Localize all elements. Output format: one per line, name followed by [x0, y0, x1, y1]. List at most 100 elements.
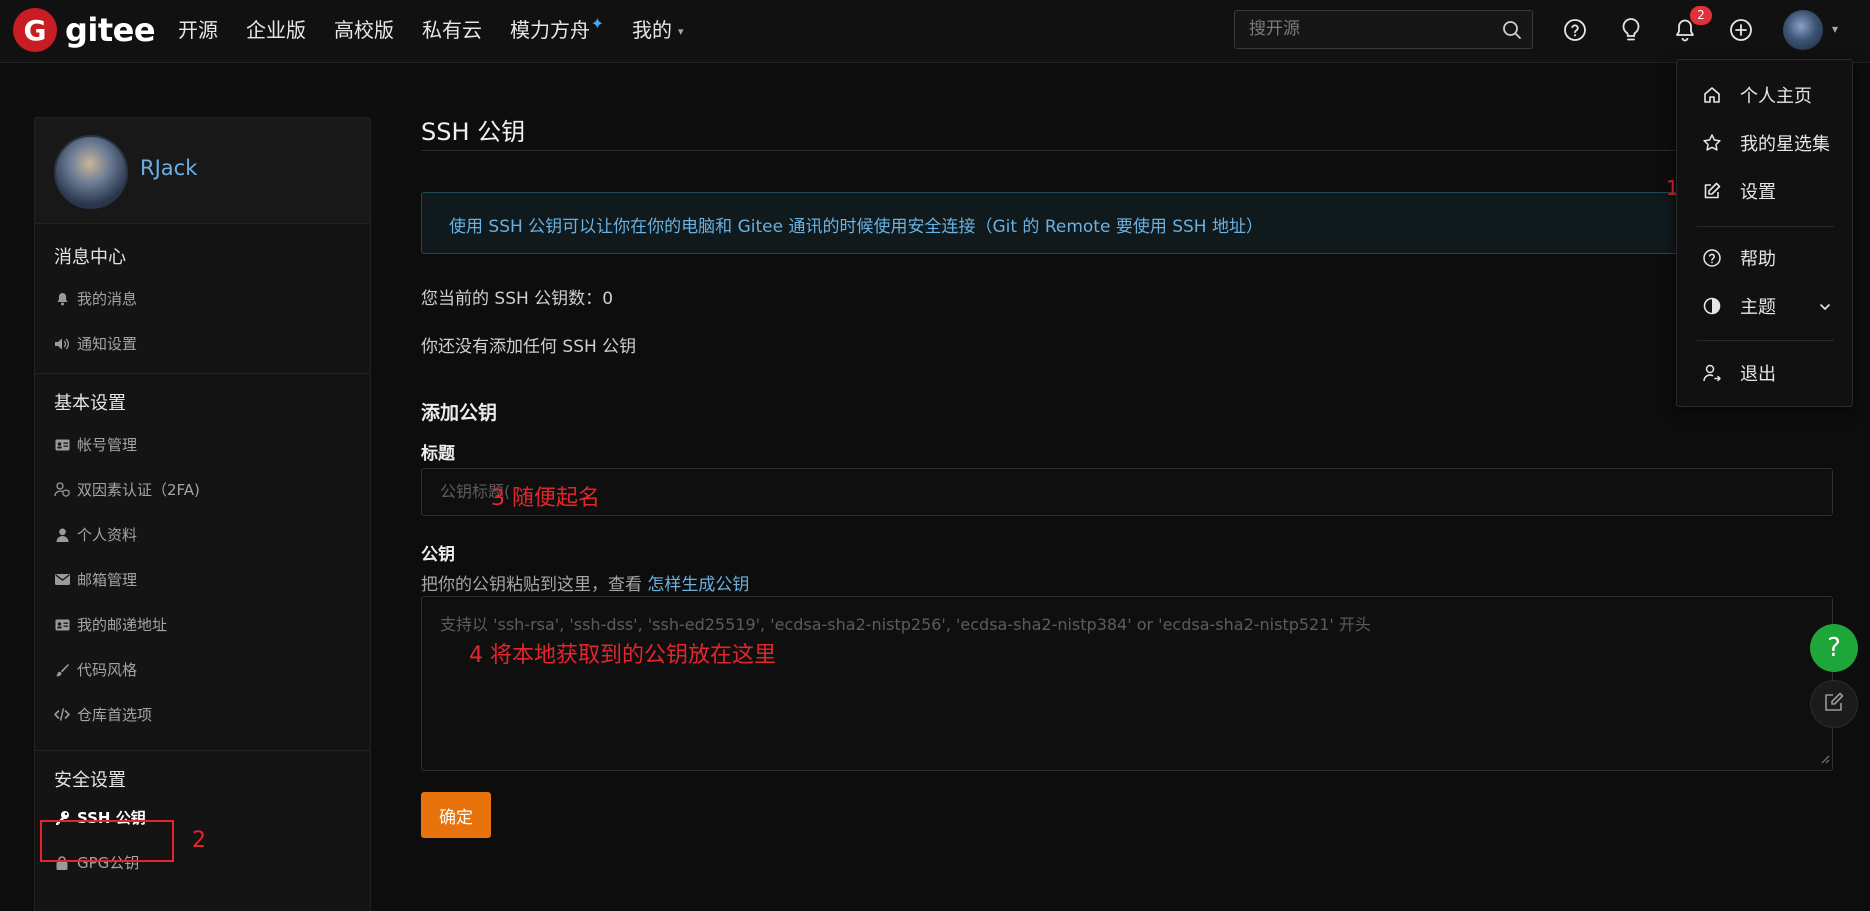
menu-item-settings[interactable]: 设置 [1677, 171, 1854, 211]
id-card-icon [54, 617, 70, 633]
sidebar-item-email[interactable]: 邮箱管理 [35, 557, 370, 602]
menu-item-theme[interactable]: 主题 [1677, 286, 1854, 326]
menu-item-label: 我的星选集 [1740, 134, 1830, 155]
sidebar-item-label: 帐号管理 [77, 436, 138, 454]
menu-item-starred[interactable]: 我的星选集 [1677, 123, 1854, 163]
theme-half-circle-icon [1702, 296, 1722, 316]
floating-help-button[interactable]: ? [1810, 624, 1858, 672]
public-key-hint: 把你的公钥粘贴到这里，查看 怎样生成公钥 [421, 570, 749, 595]
menu-item-label: 帮助 [1740, 249, 1776, 270]
gitee-logo-text: gitee [65, 11, 156, 49]
help-circle-icon[interactable] [1560, 15, 1590, 45]
sidebar-profile: RJack [35, 118, 370, 224]
public-key-field [421, 596, 1833, 771]
star-icon [1702, 133, 1722, 153]
edit-square-icon [1823, 691, 1845, 717]
sidebar-item-label: 我的消息 [77, 290, 138, 308]
sidebar-item-code-style[interactable]: 代码风格 [35, 647, 370, 692]
nav-moli-label: 模力方舟 [510, 18, 590, 42]
title-divider [421, 150, 1833, 151]
nav-mine[interactable]: 我的 ▾ [632, 14, 684, 46]
sidebar-item-label: 邮箱管理 [77, 571, 138, 589]
page-title: SSH 公钥 [421, 118, 526, 146]
nav-mine-label: 我的 [632, 18, 672, 42]
plus-circle-icon[interactable] [1726, 15, 1756, 45]
chevron-down-icon: ▾ [678, 24, 684, 38]
floating-feedback-button[interactable] [1810, 680, 1858, 728]
ssh-info-text: 使用 SSH 公钥可以让你在你的电脑和 Gitee 通讯的时候使用安全连接（Gi… [449, 217, 1263, 237]
sidebar-item-notify-settings[interactable]: 通知设置 [35, 321, 370, 366]
sidebar-item-label: 通知设置 [77, 335, 138, 353]
ssh-key-count-label: 您当前的 SSH 公钥数： [421, 289, 603, 309]
lightbulb-icon[interactable] [1616, 15, 1646, 45]
sidebar-item-my-messages[interactable]: 我的消息 [35, 276, 370, 321]
profile-username[interactable]: RJack [140, 156, 197, 180]
envelope-icon [54, 572, 70, 588]
annotation-label-3: 3 随便起名 [491, 486, 600, 511]
menu-divider [1697, 340, 1834, 341]
menu-divider [1697, 226, 1834, 227]
sidebar-item-repo-prefs[interactable]: 仓库首选项 [35, 692, 370, 737]
add-key-heading: 添加公钥 [421, 402, 498, 424]
id-card-icon [54, 437, 70, 453]
menu-item-logout[interactable]: 退出 [1677, 353, 1854, 393]
sidebar-item-account[interactable]: 帐号管理 [35, 422, 370, 467]
annotation-label-2: 2 [192, 828, 206, 853]
sidebar-item-label: 双因素认证（2FA) [77, 481, 200, 499]
user-dropdown-menu: 个人主页 我的星选集 设置 帮助 主题 退出 [1676, 59, 1853, 407]
how-to-generate-key-link[interactable]: 怎样生成公钥 [647, 575, 749, 595]
edit-icon [1702, 181, 1722, 201]
nav-open-source[interactable]: 开源 [178, 14, 218, 46]
settings-sidebar: RJack 消息中心 我的消息 通知设置 基本设置 帐号管理 双因素认证（2FA… [34, 117, 371, 911]
ssh-info-banner: 使用 SSH 公钥可以让你在你的电脑和 Gitee 通讯的时候使用安全连接（Gi… [421, 192, 1833, 254]
sidebar-item-label: 仓库首选项 [77, 706, 153, 724]
menu-item-label: 个人主页 [1740, 86, 1812, 107]
user-icon [54, 527, 70, 543]
gitee-logo-icon: G [13, 8, 57, 52]
sidebar-item-2fa[interactable]: 双因素认证（2FA) [35, 467, 370, 512]
bell-icon [54, 291, 70, 307]
menu-item-help[interactable]: 帮助 [1677, 238, 1854, 278]
user-shield-icon [54, 482, 70, 498]
nav-private-cloud[interactable]: 私有云 [422, 14, 482, 46]
profile-avatar[interactable] [54, 135, 128, 209]
help-circle-icon [1702, 248, 1722, 268]
brush-icon [54, 662, 70, 678]
resize-grip-icon[interactable] [1820, 749, 1830, 768]
public-key-hint-text: 把你的公钥粘贴到这里，查看 [421, 575, 648, 595]
logout-user-icon [1702, 363, 1722, 383]
menu-item-label: 退出 [1740, 364, 1776, 385]
speaker-icon [54, 336, 70, 352]
submit-button[interactable]: 确定 [421, 792, 491, 838]
ssh-key-count: 您当前的 SSH 公钥数：0 [421, 284, 613, 309]
nav-moli-fangzhou[interactable]: 模力方舟 ✦ [510, 14, 604, 46]
sparkle-icon: ✦ [590, 14, 604, 33]
public-key-textarea[interactable] [440, 611, 1810, 761]
user-avatar[interactable] [1783, 10, 1823, 50]
search-icon[interactable] [1502, 20, 1522, 44]
gitee-logo[interactable]: G gitee [13, 8, 156, 52]
section-title-basic: 基本设置 [54, 393, 126, 414]
nav-enterprise[interactable]: 企业版 [246, 14, 306, 46]
search-input[interactable] [1249, 19, 1489, 39]
home-icon [1702, 85, 1722, 105]
notification-badge: 2 [1690, 6, 1712, 25]
annotation-box-ssh [40, 820, 174, 862]
section-title-messages: 消息中心 [54, 247, 126, 268]
annotation-label-4: 4 将本地获取到的公钥放在这里 [469, 643, 776, 668]
code-icon [54, 707, 70, 723]
sidebar-item-label: 代码风格 [77, 661, 138, 679]
nav-education[interactable]: 高校版 [334, 14, 394, 46]
menu-item-home[interactable]: 个人主页 [1677, 75, 1854, 115]
sidebar-item-label: 我的邮递地址 [77, 616, 168, 634]
avatar-chevron-down-icon[interactable]: ▾ [1832, 22, 1838, 36]
public-key-label: 公钥 [421, 545, 455, 565]
sidebar-item-label: 个人资料 [77, 526, 138, 544]
menu-item-label: 设置 [1740, 182, 1776, 203]
ssh-key-count-value: 0 [602, 289, 614, 309]
sidebar-item-address[interactable]: 我的邮递地址 [35, 602, 370, 647]
menu-item-label: 主题 [1740, 297, 1776, 318]
top-header: G gitee 开源 企业版 高校版 私有云 模力方舟 ✦ 我的 ▾ 2 ▾ [0, 0, 1870, 63]
sidebar-item-profile[interactable]: 个人资料 [35, 512, 370, 557]
chevron-down-icon [1818, 298, 1832, 319]
